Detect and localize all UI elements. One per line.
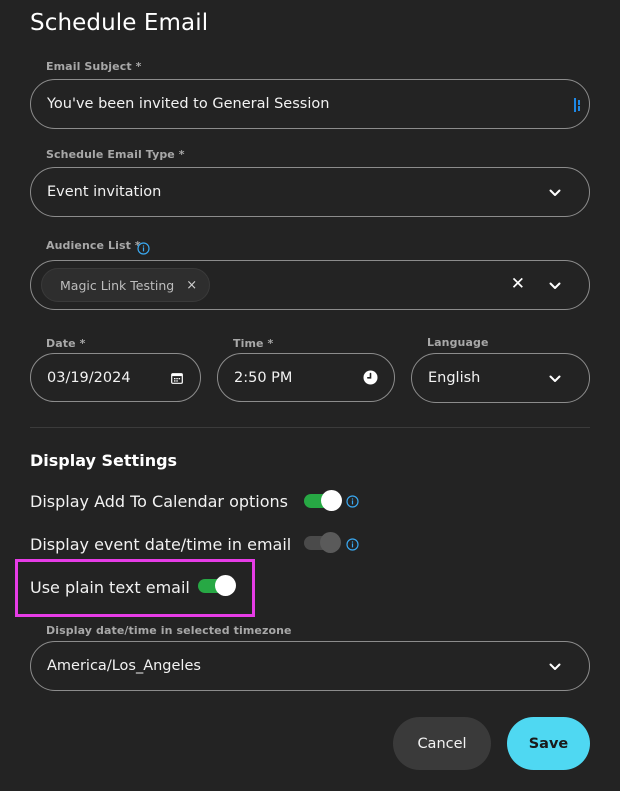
audience-list-label-text: Audience List * [46, 239, 141, 252]
info-icon[interactable] [137, 240, 150, 255]
chevron-down-icon[interactable] [548, 279, 562, 293]
toggle-knob [320, 532, 341, 553]
schedule-email-type-value: Event invitation [47, 184, 162, 200]
section-divider [30, 427, 590, 428]
chevron-down-icon[interactable] [548, 372, 562, 386]
audience-list-select[interactable]: Magic Link Testing × ✕ [30, 260, 590, 310]
add-to-calendar-toggle[interactable] [304, 490, 342, 512]
display-settings-heading: Display Settings [30, 451, 178, 470]
schedule-email-type-label: Schedule Email Type * [46, 148, 185, 161]
dialog-title: Schedule Email [30, 10, 209, 36]
time-value: 2:50 PM [234, 369, 293, 386]
timezone-value: America/Los_Angeles [47, 658, 201, 674]
toggle-knob [321, 490, 342, 511]
calendar-icon[interactable] [171, 372, 183, 384]
email-subject-input[interactable]: You've been invited to General Session [30, 79, 590, 129]
event-datetime-toggle[interactable] [304, 532, 342, 554]
chip-remove-icon[interactable]: × [186, 278, 197, 293]
plain-text-email-label: Use plain text email [30, 578, 190, 597]
language-label: Language [427, 336, 489, 349]
plain-text-email-toggle[interactable] [198, 575, 236, 597]
timezone-select[interactable]: America/Los_Angeles [30, 641, 590, 691]
info-icon[interactable] [346, 493, 359, 508]
info-icon[interactable] [346, 536, 359, 551]
tag-icon[interactable] [573, 97, 585, 113]
date-value: 03/19/2024 [47, 369, 131, 386]
save-button[interactable]: Save [507, 717, 590, 770]
audience-list-label: Audience List * [46, 239, 141, 252]
chevron-down-icon[interactable] [548, 660, 562, 674]
audience-chip-label: Magic Link Testing [60, 277, 175, 293]
language-select[interactable]: English [411, 353, 590, 403]
schedule-email-dialog: Schedule Email Email Subject * You've be… [0, 0, 620, 791]
time-label: Time * [233, 337, 274, 350]
add-to-calendar-label: Display Add To Calendar options [30, 492, 289, 511]
event-datetime-label: Display event date/time in email [30, 535, 292, 554]
date-input[interactable]: 03/19/2024 [30, 353, 201, 402]
email-subject-value: You've been invited to General Session [47, 96, 330, 112]
date-label: Date * [46, 337, 86, 350]
clock-icon[interactable] [363, 370, 378, 385]
audience-chip: Magic Link Testing × [41, 268, 211, 302]
time-input[interactable]: 2:50 PM [217, 353, 395, 402]
cancel-button[interactable]: Cancel [393, 717, 491, 770]
toggle-knob [215, 575, 236, 596]
schedule-email-type-select[interactable]: Event invitation [30, 167, 590, 217]
language-value: English [428, 370, 481, 386]
timezone-label: Display date/time in selected timezone [46, 624, 292, 637]
clear-selection-icon[interactable]: ✕ [511, 274, 525, 294]
chevron-down-icon[interactable] [548, 186, 562, 200]
email-subject-label: Email Subject * [46, 60, 142, 73]
